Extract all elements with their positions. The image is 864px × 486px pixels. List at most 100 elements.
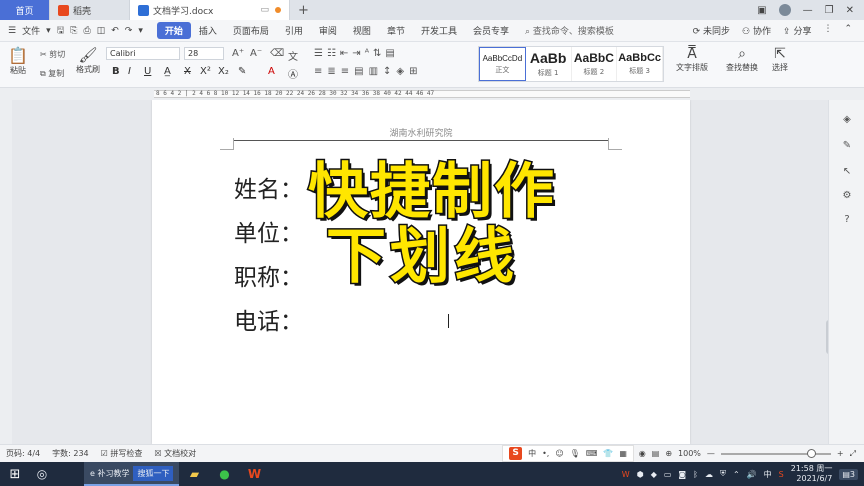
volume-icon[interactable]: 🔊: [747, 470, 757, 479]
shrink-font-icon[interactable]: A⁻: [250, 48, 262, 59]
text-effect-icon[interactable]: A̲: [164, 66, 171, 77]
redo-icon[interactable]: ↷: [125, 26, 133, 36]
web-layout-icon[interactable]: ⊕: [665, 449, 672, 458]
page-header[interactable]: 湖南水利研究院: [152, 126, 690, 139]
save-icon[interactable]: 🖫: [57, 23, 65, 39]
more-options-icon[interactable]: ⋮: [823, 24, 832, 37]
menu-tab-chapter[interactable]: 章节: [379, 24, 413, 37]
close-icon[interactable]: ✕: [846, 5, 854, 16]
tab-document[interactable]: 文档学习.docx ▭: [130, 0, 290, 20]
view-mode-icon[interactable]: ◉: [639, 449, 646, 458]
tray-wps-icon[interactable]: W: [622, 470, 630, 479]
share-button[interactable]: ⇪ 分享: [783, 24, 811, 37]
preview-icon[interactable]: ◫: [97, 26, 106, 36]
bold-icon[interactable]: B: [112, 66, 120, 77]
font-color-icon[interactable]: A: [268, 66, 275, 77]
menu-tab-review[interactable]: 审阅: [311, 24, 345, 37]
edit-icon[interactable]: ✎: [841, 140, 853, 152]
keyboard-icon[interactable]: ⌨: [586, 449, 598, 458]
fit-width-icon[interactable]: ⤢: [850, 449, 856, 459]
proofread-button[interactable]: ☒ 文档校对: [148, 448, 202, 459]
tray-cloud-icon[interactable]: ☁: [705, 470, 713, 479]
tab-docer[interactable]: 稻壳: [50, 0, 130, 20]
field-name[interactable]: 姓名：: [234, 170, 303, 204]
style-heading2[interactable]: AaBbC 标题 2: [572, 47, 618, 81]
font-size-select[interactable]: 28: [184, 47, 224, 60]
superscript-icon[interactable]: X²: [200, 66, 211, 77]
emoji-icon[interactable]: ☺: [555, 449, 563, 458]
menu-tab-view[interactable]: 视图: [345, 24, 379, 37]
clear-format-icon[interactable]: ⌫: [270, 48, 284, 59]
menu-tab-insert[interactable]: 插入: [191, 24, 225, 37]
punctuation-icon[interactable]: •,: [542, 449, 549, 458]
avatar[interactable]: [778, 4, 791, 16]
tray-video-icon[interactable]: ▭: [664, 470, 672, 479]
taskbar-folder[interactable]: ▰: [179, 462, 209, 486]
tray-sogou-icon[interactable]: S: [779, 470, 784, 479]
screen-icon[interactable]: ▭: [260, 5, 269, 15]
highlight-icon[interactable]: ✎: [238, 66, 246, 77]
pinyin-icon[interactable]: 文: [288, 48, 298, 63]
cut-button[interactable]: ✂ 剪切: [40, 49, 65, 60]
field-title[interactable]: 职称：: [234, 258, 303, 292]
maximize-icon[interactable]: ❐: [825, 5, 834, 16]
zoom-slider-knob[interactable]: [806, 448, 816, 458]
zoom-percent[interactable]: 100%: [678, 449, 701, 458]
ime-toolbar[interactable]: S 中 •, ☺ 🎙 ⌨ 👕 ▦: [502, 445, 634, 462]
task-view-button[interactable]: ◎: [30, 462, 54, 486]
notification-center[interactable]: ▤3: [839, 468, 858, 480]
select-button[interactable]: ⇱ 选择: [772, 46, 788, 73]
char-border-icon[interactable]: Ⓐ: [288, 66, 298, 81]
ime-lang[interactable]: 中: [528, 448, 536, 459]
document-area[interactable]: 湖南水利研究院 姓名： 单位： 职称： 电话：: [12, 100, 828, 444]
menu-tab-references[interactable]: 引用: [277, 24, 311, 37]
find-replace-button[interactable]: ⌕ 查找替换: [726, 46, 758, 73]
zoom-slider[interactable]: [720, 448, 831, 458]
tray-camera-icon[interactable]: ◙: [678, 470, 686, 479]
menu-tab-member[interactable]: 会员专享: [465, 24, 517, 37]
taskbar-ime[interactable]: 中: [764, 469, 772, 480]
taskbar-browser[interactable]: e 补习教学 搜狐一下: [84, 462, 180, 486]
mic-icon[interactable]: 🎙: [570, 449, 580, 458]
undo-icon[interactable]: ↶: [111, 26, 119, 36]
style-panel-icon[interactable]: ◈: [841, 114, 853, 126]
field-unit[interactable]: 单位：: [234, 214, 303, 248]
underline-icon[interactable]: U: [144, 66, 151, 77]
menu-tab-developer[interactable]: 开发工具: [413, 24, 465, 37]
document-page[interactable]: 湖南水利研究院 姓名： 单位： 职称： 电话：: [152, 100, 690, 444]
font-name-select[interactable]: Calibri: [106, 47, 180, 60]
taskbar-wps[interactable]: W: [239, 462, 269, 486]
export-icon[interactable]: ⎘: [70, 26, 77, 36]
page-count[interactable]: 页码: 4/4: [0, 448, 46, 459]
subscript-icon[interactable]: X₂: [218, 66, 229, 77]
grow-font-icon[interactable]: A⁺: [232, 48, 244, 59]
windows-start-button[interactable]: ⊞: [0, 462, 30, 486]
taskbar-wechat[interactable]: ●: [209, 462, 239, 486]
copy-button[interactable]: ⧉ 复制: [40, 68, 64, 79]
bluetooth-icon[interactable]: ᛒ: [693, 470, 698, 479]
system-clock[interactable]: 21:58 周一 2021/6/7: [791, 464, 833, 484]
italic-icon[interactable]: I: [128, 66, 131, 77]
style-heading3[interactable]: AaBbCc 标题 3: [617, 47, 663, 81]
zoom-out-icon[interactable]: —: [707, 449, 715, 458]
tray-app2-icon[interactable]: ◆: [651, 470, 657, 479]
style-normal[interactable]: AaBbCcDd 正文: [479, 47, 526, 81]
collapse-icon[interactable]: ⌃: [844, 24, 852, 37]
settings-sliders-icon[interactable]: ⚙: [841, 190, 853, 202]
menu-tab-layout[interactable]: 页面布局: [225, 24, 277, 37]
zoom-in-icon[interactable]: +: [837, 449, 844, 458]
tab-home[interactable]: 首页: [0, 0, 50, 20]
read-mode-icon[interactable]: ▤: [652, 449, 660, 458]
more-icon[interactable]: ▾: [138, 26, 143, 36]
text-layout-button[interactable]: A̿ 文字排版: [676, 46, 708, 73]
spell-check-button[interactable]: ☑ 拼写检查: [95, 448, 149, 459]
field-phone[interactable]: 电话：: [234, 302, 303, 336]
list-buttons[interactable]: ☰☷⇤⇥ᴬ⇅▤: [314, 48, 399, 59]
align-buttons[interactable]: ≡≣≡▤▥↕◈⊞: [314, 66, 422, 77]
word-count[interactable]: 字数: 234: [46, 448, 95, 459]
help-icon[interactable]: ?: [841, 214, 853, 226]
layout-icon[interactable]: ▣: [757, 5, 766, 16]
tray-shield-icon[interactable]: ⛨: [720, 469, 726, 479]
paste-button[interactable]: 📋 粘贴: [8, 46, 28, 76]
command-search[interactable]: ⌕ 查找命令、搜索模板: [525, 24, 614, 37]
